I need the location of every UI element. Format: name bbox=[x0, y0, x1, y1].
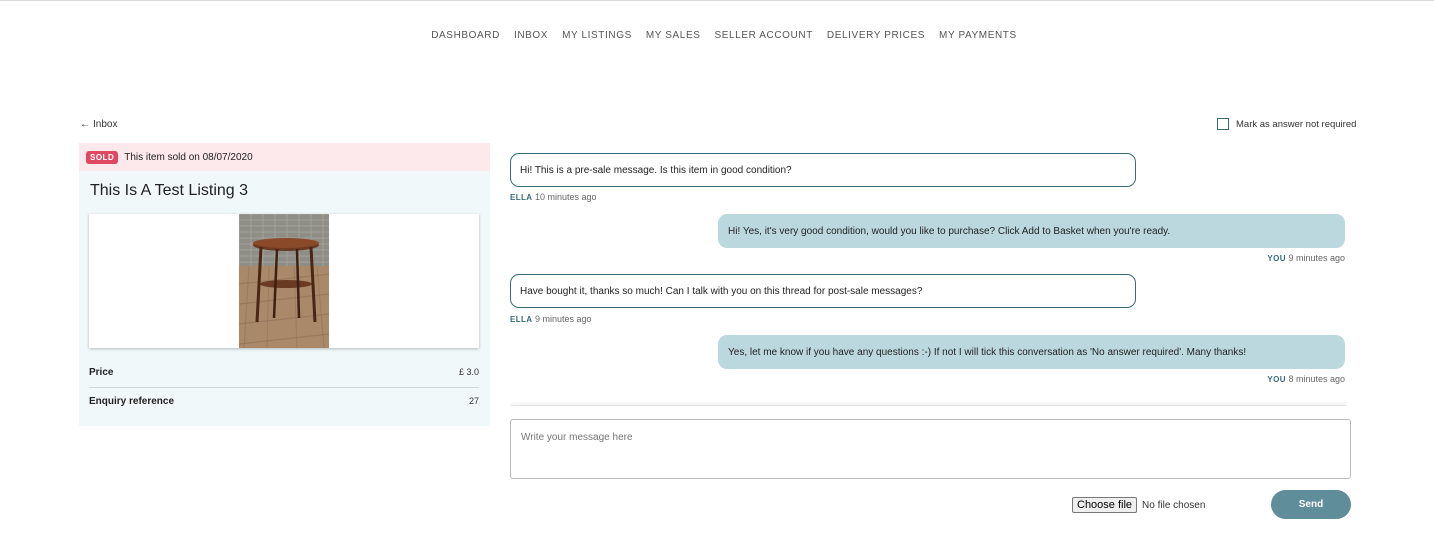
message-meta: ELLA 10 minutes ago bbox=[510, 192, 597, 202]
mark-answer-checkbox[interactable] bbox=[1217, 118, 1229, 130]
listing-photo-side-table bbox=[239, 214, 329, 348]
arrow-left-icon: ← bbox=[80, 119, 90, 130]
top-navigation: DASHBOARD INBOX MY LISTINGS MY SALES SEL… bbox=[0, 30, 1434, 41]
message-bubble-sent: Hi! Yes, it's very good condition, would… bbox=[718, 214, 1345, 248]
thread-scroll-edge bbox=[511, 405, 1347, 410]
nav-inbox[interactable]: INBOX bbox=[514, 30, 548, 41]
price-value: £ 3.0 bbox=[458, 367, 479, 377]
listing-panel: SOLD This item sold on 08/07/2020 This I… bbox=[79, 143, 490, 426]
sold-badge: SOLD bbox=[86, 150, 119, 164]
message-thread[interactable]: Hi! This is a pre-sale message. Is this … bbox=[509, 143, 1351, 408]
message-time: 9 minutes ago bbox=[1288, 253, 1345, 263]
mark-answer-label: Mark as answer not required bbox=[1236, 118, 1357, 130]
nav-my-payments[interactable]: MY PAYMENTS bbox=[939, 30, 1017, 41]
send-button[interactable]: Send bbox=[1271, 490, 1351, 519]
nav-dashboard[interactable]: DASHBOARD bbox=[431, 30, 500, 41]
message-sender: YOU bbox=[1267, 254, 1286, 263]
price-label: Price bbox=[89, 367, 114, 378]
message-time: 9 minutes ago bbox=[535, 314, 592, 324]
nav-my-listings[interactable]: MY LISTINGS bbox=[562, 30, 632, 41]
mark-answer-not-required: Mark as answer not required bbox=[1217, 118, 1356, 130]
detail-divider bbox=[89, 387, 479, 388]
listing-image-card bbox=[89, 214, 479, 348]
message-meta: YOU 9 minutes ago bbox=[1267, 253, 1345, 263]
back-to-inbox-link[interactable]: ← Inbox bbox=[80, 119, 117, 130]
enquiry-reference-value: 27 bbox=[468, 396, 479, 406]
choose-file-button[interactable]: Choose file bbox=[1072, 497, 1138, 513]
message-sender: YOU bbox=[1267, 375, 1286, 384]
message-bubble-sent: Yes, let me know if you have any questio… bbox=[718, 335, 1345, 369]
enquiry-reference-label: Enquiry reference bbox=[89, 396, 175, 407]
file-upload: Choose file No file chosen bbox=[1072, 497, 1205, 513]
message-meta: YOU 8 minutes ago bbox=[1267, 374, 1345, 384]
message-bubble-received: Hi! This is a pre-sale message. Is this … bbox=[510, 153, 1136, 187]
message-meta: ELLA 9 minutes ago bbox=[510, 314, 592, 324]
message-sender: ELLA bbox=[510, 193, 533, 202]
message-time: 10 minutes ago bbox=[535, 192, 597, 202]
message-sender: ELLA bbox=[510, 315, 533, 324]
sold-banner: SOLD This item sold on 08/07/2020 bbox=[79, 143, 490, 171]
message-bubble-received: Have bought it, thanks so much! Can I ta… bbox=[510, 274, 1136, 308]
nav-delivery-prices[interactable]: DELIVERY PRICES bbox=[827, 30, 925, 41]
file-status: No file chosen bbox=[1142, 499, 1206, 511]
enquiry-reference-row: Enquiry reference 27 bbox=[89, 396, 479, 407]
price-row: Price £ 3.0 bbox=[89, 367, 479, 378]
listing-title: This Is A Test Listing 3 bbox=[90, 182, 249, 199]
message-time: 8 minutes ago bbox=[1288, 374, 1345, 384]
nav-my-sales[interactable]: MY SALES bbox=[646, 30, 701, 41]
back-link-label: Inbox bbox=[93, 119, 118, 130]
sold-date-text: This item sold on 08/07/2020 bbox=[124, 151, 253, 163]
message-input[interactable] bbox=[510, 419, 1351, 479]
nav-seller-account[interactable]: SELLER ACCOUNT bbox=[714, 30, 812, 41]
